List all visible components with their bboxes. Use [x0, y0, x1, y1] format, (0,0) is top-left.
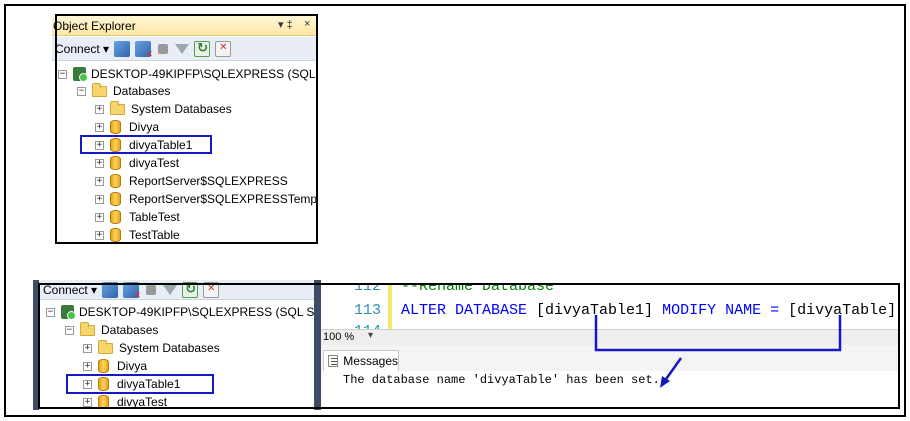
highlight-divyatable1-after — [66, 374, 214, 394]
annotation-box-top — [55, 14, 318, 244]
highlight-divyatable1-before — [80, 135, 212, 154]
